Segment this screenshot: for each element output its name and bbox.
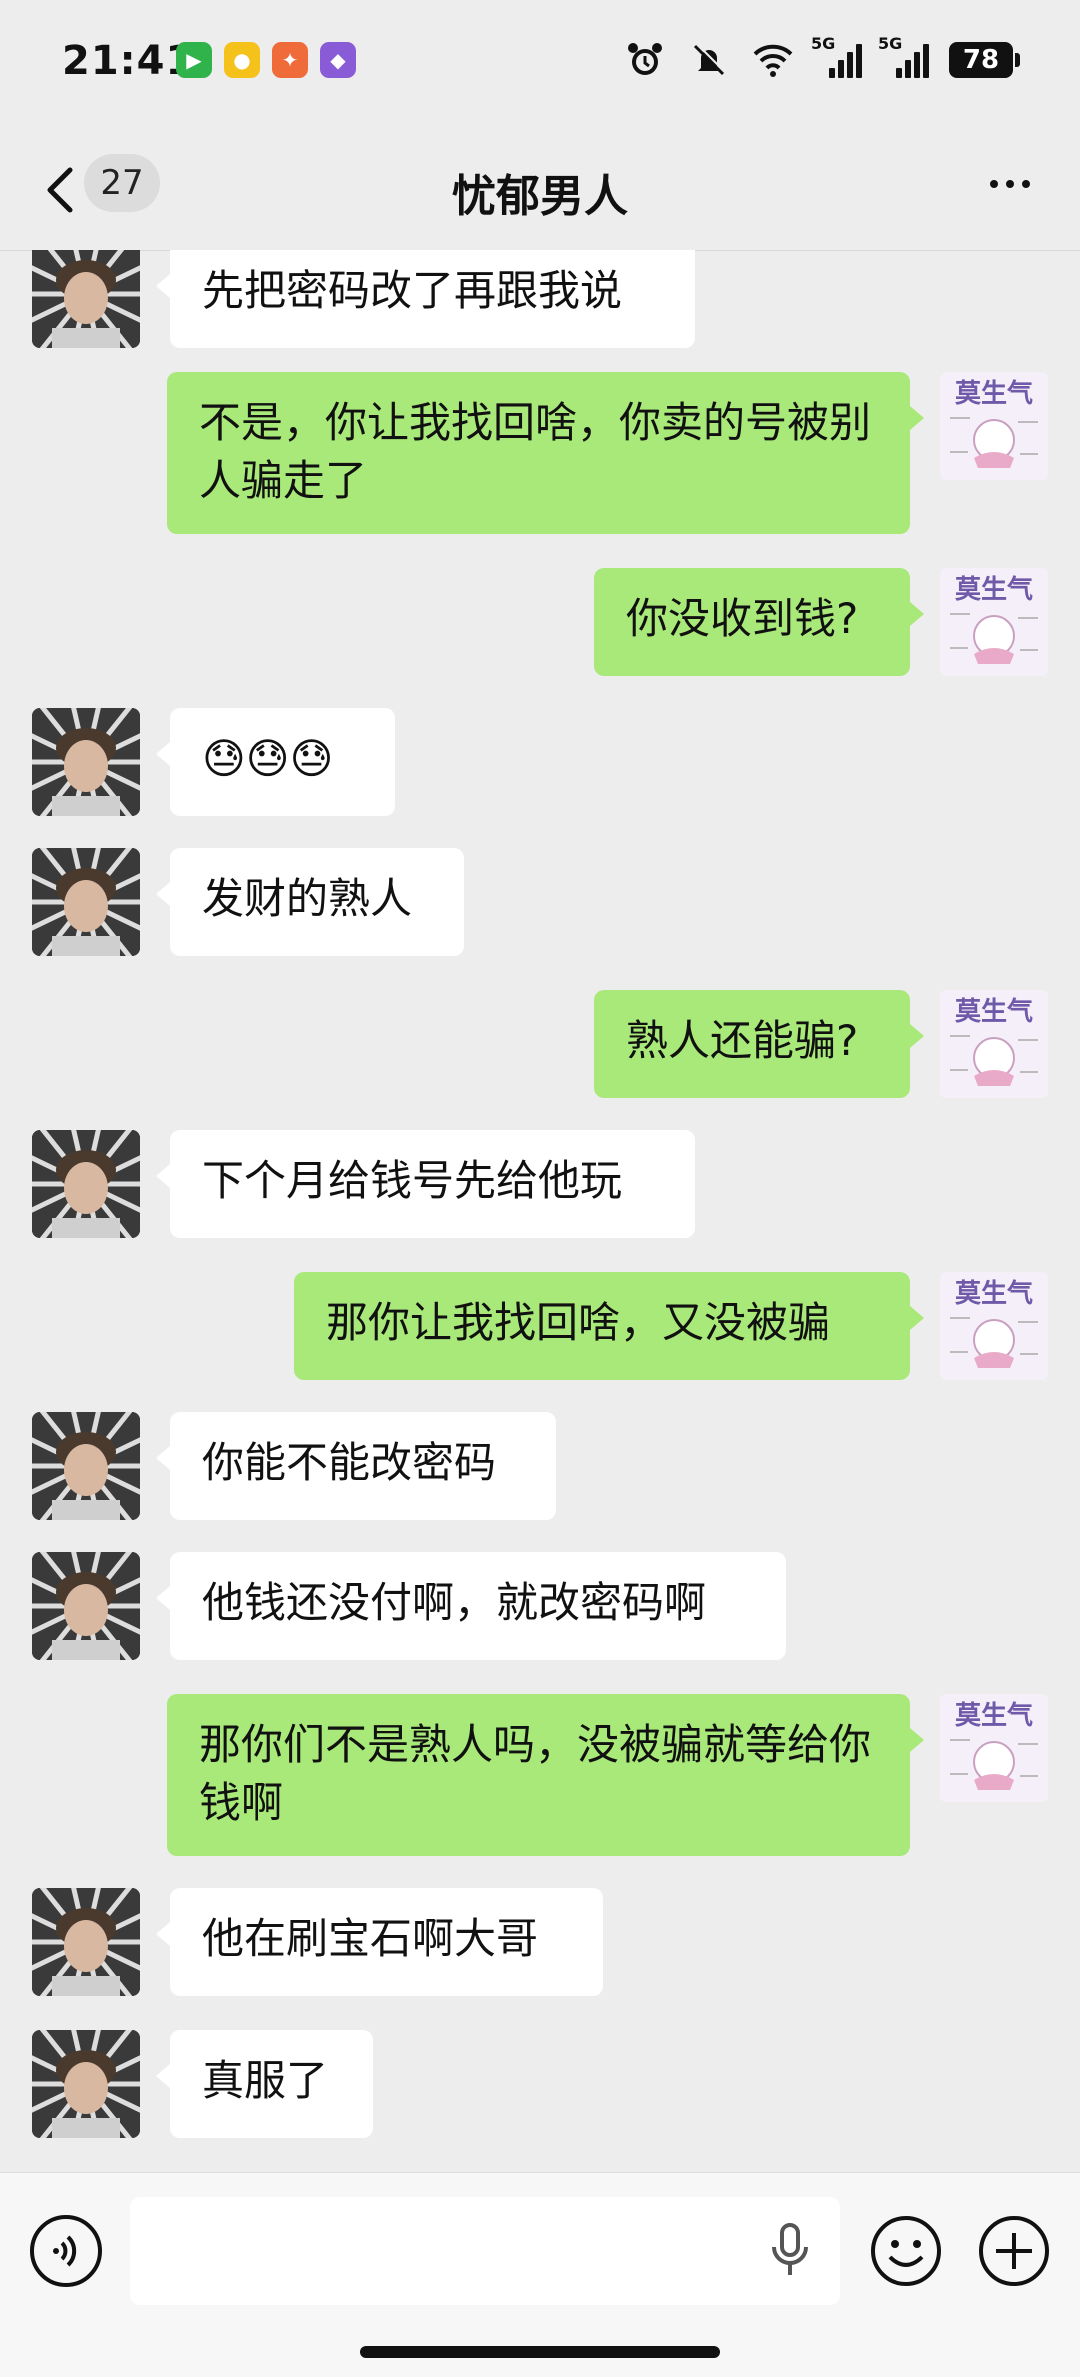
- message-row: 先把密码改了再跟我说: [0, 250, 1080, 348]
- contact-avatar[interactable]: [32, 250, 140, 348]
- message-row: 下个月给钱号先给他玩: [0, 1130, 1080, 1238]
- mic-button[interactable]: [770, 2221, 810, 2285]
- message-row: 发财的熟人: [0, 848, 1080, 956]
- message-row: 莫生气 那你们不是熟人吗，没被骗就等给你钱啊: [0, 1694, 1080, 1856]
- received-message-bubble[interactable]: 他在刷宝石啊大哥: [156, 1888, 603, 1996]
- contact-avatar[interactable]: [32, 1552, 140, 1660]
- received-message-bubble[interactable]: 他钱还没付啊，就改密码啊: [156, 1552, 786, 1660]
- sent-message-bubble[interactable]: 那你让我找回啥，又没被骗: [294, 1272, 924, 1380]
- mute-bell-icon: [687, 38, 731, 82]
- wifi-icon: [751, 38, 795, 82]
- received-message-bubble[interactable]: 先把密码改了再跟我说: [156, 250, 695, 348]
- message-row: 他钱还没付啊，就改密码啊: [0, 1552, 1080, 1660]
- received-message-bubble[interactable]: 😓😓😓: [156, 708, 395, 816]
- svg-text:莫生气: 莫生气: [955, 378, 1033, 409]
- received-message-bubble[interactable]: 发财的熟人: [156, 848, 464, 956]
- message-row: 莫生气 你没收到钱?: [0, 568, 1080, 676]
- home-indicator[interactable]: [360, 2346, 720, 2358]
- signal-icon: 5G: [811, 34, 862, 78]
- status-time: 21:41: [62, 38, 195, 84]
- sent-message-bubble[interactable]: 那你们不是熟人吗，没被骗就等给你钱啊: [167, 1694, 924, 1856]
- mic-icon: [772, 2223, 808, 2275]
- svg-text:莫生气: 莫生气: [955, 1278, 1033, 1309]
- message-row: 莫生气 熟人还能骗?: [0, 990, 1080, 1098]
- contact-avatar[interactable]: [32, 1130, 140, 1238]
- alarm-icon: [623, 38, 667, 82]
- contact-avatar[interactable]: [32, 708, 140, 816]
- svg-text:莫生气: 莫生气: [955, 996, 1033, 1027]
- contact-avatar[interactable]: [32, 1412, 140, 1520]
- message-row: 莫生气 那你让我找回啥，又没被骗: [0, 1272, 1080, 1380]
- sent-message-bubble[interactable]: 你没收到钱?: [594, 568, 924, 676]
- chat-title: 忧郁男人: [452, 171, 628, 222]
- self-avatar[interactable]: 莫生气: [940, 1272, 1048, 1380]
- self-avatar[interactable]: 莫生气: [940, 990, 1048, 1098]
- network-type: 5G: [811, 34, 836, 53]
- voice-icon: [53, 2235, 77, 2267]
- received-message-bubble[interactable]: 下个月给钱号先给他玩: [156, 1130, 695, 1238]
- app-notification-icon: ●: [224, 42, 260, 78]
- received-message-bubble[interactable]: 真服了: [156, 2030, 373, 2138]
- more-options-button[interactable]: [990, 180, 1030, 188]
- svg-text:莫生气: 莫生气: [955, 1700, 1033, 1731]
- message-row: 他在刷宝石啊大哥: [0, 1888, 1080, 1996]
- app-notification-icon: ◆: [320, 42, 356, 78]
- message-row: 莫生气 不是，你让我找回啥，你卖的号被别人骗走了: [0, 372, 1080, 534]
- self-avatar[interactable]: 莫生气: [940, 568, 1048, 676]
- sent-message-bubble[interactable]: 不是，你让我找回啥，你卖的号被别人骗走了: [167, 372, 924, 534]
- message-row: 真服了: [0, 2030, 1080, 2138]
- more-actions-button[interactable]: [976, 2213, 1052, 2289]
- network-type: 5G: [878, 34, 903, 53]
- plus-icon: [979, 2216, 1049, 2286]
- self-avatar[interactable]: 莫生气: [940, 1694, 1048, 1802]
- signal-icon: 5G: [878, 34, 929, 78]
- contact-avatar[interactable]: [32, 2030, 140, 2138]
- contact-avatar[interactable]: [32, 1888, 140, 1996]
- more-dots-icon: [990, 180, 998, 188]
- message-row: 你能不能改密码: [0, 1412, 1080, 1520]
- message-input[interactable]: [130, 2197, 840, 2305]
- svg-text:莫生气: 莫生气: [955, 574, 1033, 605]
- voice-button[interactable]: [30, 2215, 102, 2287]
- contact-avatar[interactable]: [32, 848, 140, 956]
- app-notification-icon: ▶: [176, 42, 212, 78]
- notification-icons: ▶ ● ✦ ◆: [176, 42, 356, 78]
- emoji-button[interactable]: [868, 2213, 944, 2289]
- message-list[interactable]: 先把密码改了再跟我说 莫生气 不是，你让我找回啥，你卖的号被别人骗走了 莫生气 你没收到…: [0, 250, 1080, 2170]
- emoji-icon: [871, 2216, 941, 2286]
- game-notification-icon: ✦: [272, 42, 308, 78]
- message-row: 😓😓😓: [0, 708, 1080, 816]
- battery-level: 78: [949, 42, 1013, 78]
- status-bar: 21:41 ▶ ● ✦ ◆ 5G 5G 78: [0, 0, 1080, 130]
- chat-header: 27 忧郁男人: [0, 130, 1080, 251]
- self-avatar[interactable]: 莫生气: [940, 372, 1048, 480]
- sent-message-bubble[interactable]: 熟人还能骗?: [594, 990, 924, 1098]
- received-message-bubble[interactable]: 你能不能改密码: [156, 1412, 556, 1520]
- battery-icon: 78: [949, 42, 1020, 78]
